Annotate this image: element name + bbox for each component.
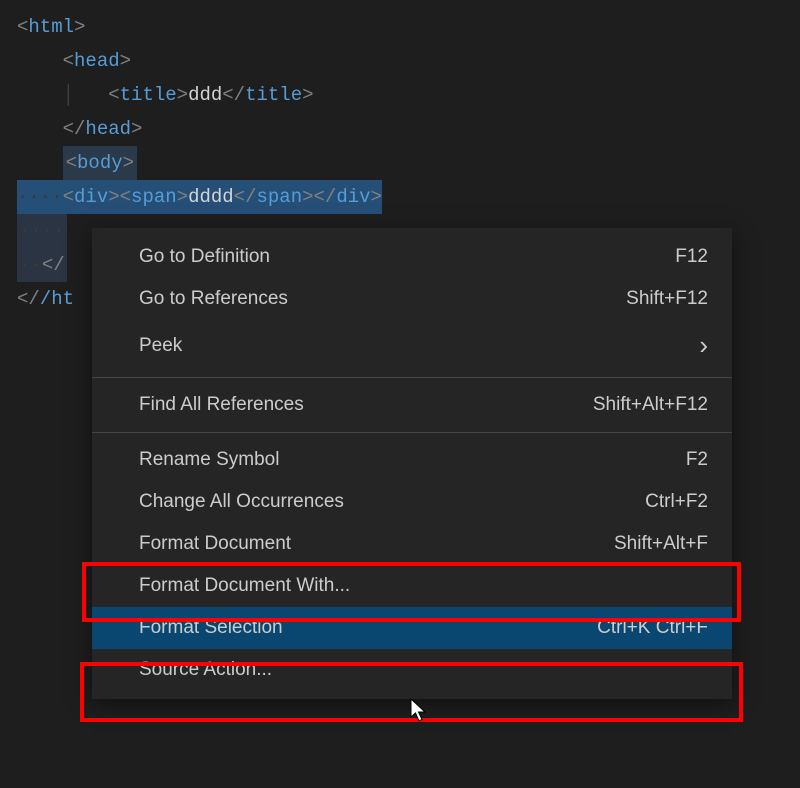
menu-item-format-document[interactable]: Format Document Shift+Alt+F <box>92 523 732 565</box>
code-line-3: │ <title>ddd</title> <box>17 78 800 112</box>
menu-item-shortcut: F12 <box>675 246 708 268</box>
menu-item-label: Go to Definition <box>139 246 270 268</box>
code-line-1: <html> <box>17 10 800 44</box>
menu-item-shortcut: F2 <box>686 449 708 471</box>
menu-item-label: Peek <box>139 335 182 357</box>
code-line-4: </head> <box>17 112 800 146</box>
menu-item-label: Change All Occurrences <box>139 491 344 513</box>
menu-item-shortcut: Ctrl+F2 <box>645 491 708 513</box>
menu-item-find-all-references[interactable]: Find All References Shift+Alt+F12 <box>92 384 732 426</box>
menu-item-change-all-occurrences[interactable]: Change All Occurrences Ctrl+F2 <box>92 481 732 523</box>
menu-item-peek[interactable]: Peek › <box>92 320 732 371</box>
chevron-right-icon: › <box>699 330 708 361</box>
menu-item-rename-symbol[interactable]: Rename Symbol F2 <box>92 439 732 481</box>
menu-item-shortcut: Shift+Alt+F12 <box>593 394 708 416</box>
menu-item-go-to-references[interactable]: Go to References Shift+F12 <box>92 278 732 320</box>
menu-item-source-action[interactable]: Source Action... <box>92 649 732 691</box>
menu-item-label: Go to References <box>139 288 288 310</box>
cursor-pointer-icon <box>410 698 430 724</box>
code-line-6: ····<div><span>dddd</span></div> <box>17 180 800 214</box>
menu-item-label: Source Action... <box>139 659 272 681</box>
menu-item-shortcut: Ctrl+K Ctrl+F <box>597 617 708 639</box>
menu-item-label: Find All References <box>139 394 304 416</box>
menu-item-format-document-with[interactable]: Format Document With... <box>92 565 732 607</box>
menu-item-shortcut: Shift+Alt+F <box>614 533 708 555</box>
menu-item-go-to-definition[interactable]: Go to Definition F12 <box>92 236 732 278</box>
menu-item-label: Format Selection <box>139 617 283 639</box>
code-line-5: <body> <box>17 146 800 180</box>
menu-separator <box>92 377 732 378</box>
menu-item-label: Format Document With... <box>139 575 350 597</box>
code-line-2: <head> <box>17 44 800 78</box>
context-menu: Go to Definition F12 Go to References Shift… <box>92 228 732 699</box>
menu-item-format-selection[interactable]: Format Selection Ctrl+K Ctrl+F <box>92 607 732 649</box>
menu-separator <box>92 432 732 433</box>
menu-item-label: Format Document <box>139 533 291 555</box>
menu-item-shortcut: Shift+F12 <box>626 288 708 310</box>
menu-item-label: Rename Symbol <box>139 449 279 471</box>
